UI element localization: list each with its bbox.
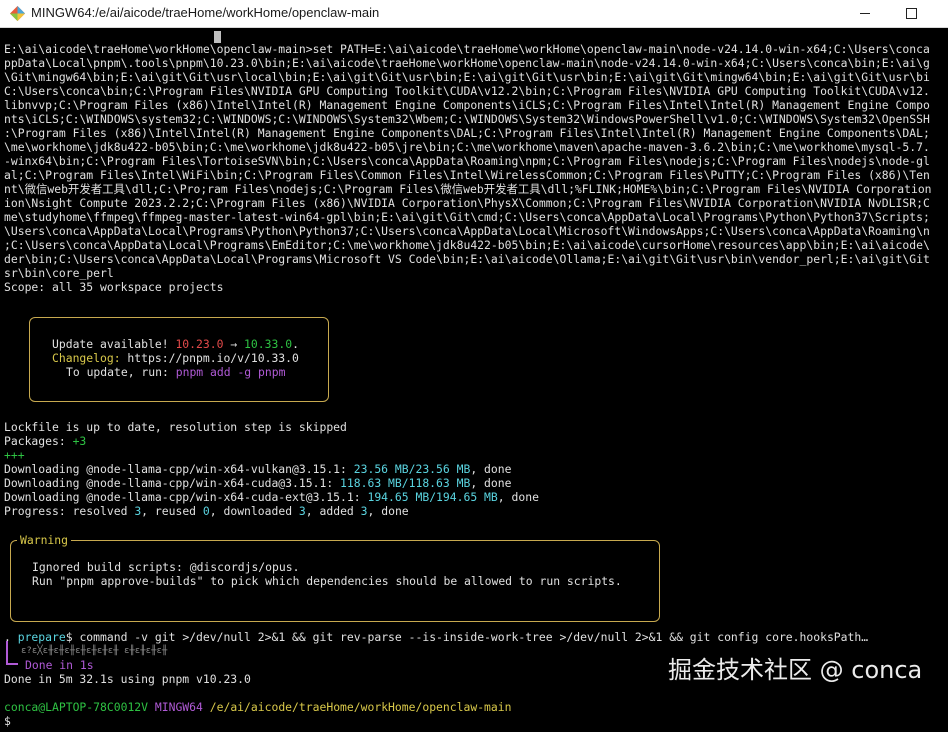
minimize-icon: [860, 13, 870, 14]
download-line: Downloading @node-llama-cpp/win-x64-vulk…: [4, 462, 512, 476]
window-titlebar: MINGW64:/e/ai/aicode/traeHome/workHome/o…: [0, 0, 948, 28]
path-line: me\studyhome\ffmpeg\ffmpeg-master-latest…: [4, 210, 930, 224]
prepare-line: . prepare$ command -v git >/dev/null 2>&…: [4, 630, 869, 644]
packages-line: Packages: +3: [4, 434, 87, 448]
warning-box: Warning Ignored build scripts: @discordj…: [10, 533, 660, 622]
path-line: nts\iCLS;C:\WINDOWS\system32;C:\WINDOWS;…: [4, 112, 930, 126]
prompt-path: /e/ai/aicode/traeHome/workHome/openclaw-…: [209, 700, 512, 714]
progress-line: Progress: resolved 3, reused 0, download…: [4, 504, 409, 518]
prompt-symbol[interactable]: $: [4, 714, 11, 728]
path-line: :\Program Files (x86)\Intel\Intel(R) Man…: [4, 126, 930, 140]
path-line: \Git\mingw64\bin;E:\ai\git\Git\usr\local…: [4, 70, 930, 84]
update-line: Update available! 10.23.0 → 10.33.0.: [52, 337, 299, 351]
path-line: sr\bin\core_perl: [4, 266, 114, 280]
done-line: Done in 5m 32.1s using pnpm v10.23.0: [4, 672, 251, 686]
warning-line: Run "pnpm approve-builds" to pick which …: [32, 574, 622, 588]
update-available-box: Update available! 10.23.0 → 10.33.0. Cha…: [29, 317, 329, 402]
changelog-line: Changelog: https://pnpm.io/v/10.33.0: [52, 351, 299, 365]
lockfile-line: Lockfile is up to date, resolution step …: [4, 420, 347, 434]
window-title: MINGW64:/e/ai/aicode/traeHome/workHome/o…: [31, 5, 380, 20]
old-version: 10.23.0: [175, 337, 224, 351]
path-line: der\bin;C:\Users\conca\AppData\Local\Pro…: [4, 252, 930, 266]
download-line: Downloading @node-llama-cpp/win-x64-cuda…: [4, 476, 512, 490]
scope-line: Scope: all 35 workspace projects: [4, 280, 224, 294]
new-version: 10.33.0: [244, 337, 293, 351]
maximize-button[interactable]: [888, 0, 934, 27]
plus-line: +++: [4, 448, 25, 462]
path-line: \Users\conca\AppData\Local\Programs\Pyth…: [4, 224, 930, 238]
prompt-user: conca@LAPTOP-78C0012V: [4, 700, 149, 714]
path-line: ;C:\Users\conca\AppData\Local\Programs\E…: [4, 238, 930, 252]
path-line: \me\workhome\jdk8u422-b05\bin;C:\me\work…: [4, 140, 930, 154]
maximize-icon: [905, 8, 917, 19]
tree-corner: [6, 655, 18, 665]
prompt-line: conca@LAPTOP-78C0012V MINGW64 /e/ai/aico…: [4, 700, 512, 714]
changelog-link: https://pnpm.io/v/10.33.0: [120, 351, 299, 365]
path-line: C:\Users\conca\bin;C:\Program Files\NVID…: [4, 84, 930, 98]
path-line: ion\Nsight Compute 2023.2.2;C:\Program F…: [4, 196, 930, 210]
download-line: Downloading @node-llama-cpp/win-x64-cuda…: [4, 490, 539, 504]
path-line: al;C:\Program Files\Intel\WiFi\bin;C:\Pr…: [4, 168, 930, 182]
packages-count: +3: [72, 434, 87, 448]
update-command: pnpm add -g pnpm: [175, 365, 286, 379]
minimize-button[interactable]: [842, 0, 888, 27]
warning-title: Warning: [17, 533, 72, 547]
prompt-shell: MINGW64: [154, 700, 203, 714]
warning-line: Ignored build scripts: @discordjs/opus.: [32, 560, 300, 574]
mingw-diamond-icon: [10, 6, 25, 21]
terminal-output[interactable]: E:\ai\aicode\traeHome\workHome\openclaw-…: [0, 28, 948, 732]
garbled-output: ε?ε╳ε╫ε╫ε╫ε╫ε╫ε╫ε╫ ε╫ε╫ε╫ε╫: [21, 646, 168, 656]
path-line: -winx64\bin;C:\Program Files\TortoiseSVN…: [4, 154, 930, 168]
prepare-done: Done in 1s: [25, 658, 94, 672]
tree-branch-line: [6, 641, 8, 655]
watermark: 掘金技术社区 @ conca: [668, 656, 923, 684]
path-line: nt\微信web开发者工具\dll;C:\Pro;ram Files\nodej…: [4, 182, 932, 196]
path-line: E:\ai\aicode\traeHome\workHome\openclaw-…: [4, 42, 930, 56]
update-instruction-line: To update, run: pnpm add -g pnpm: [66, 365, 286, 379]
path-line: libnvvp;C:\Program Files (x86)\Intel\Int…: [4, 98, 930, 112]
path-line: ppData\Local\pnpm\.tools\pnpm\10.23.0\bi…: [4, 56, 930, 70]
